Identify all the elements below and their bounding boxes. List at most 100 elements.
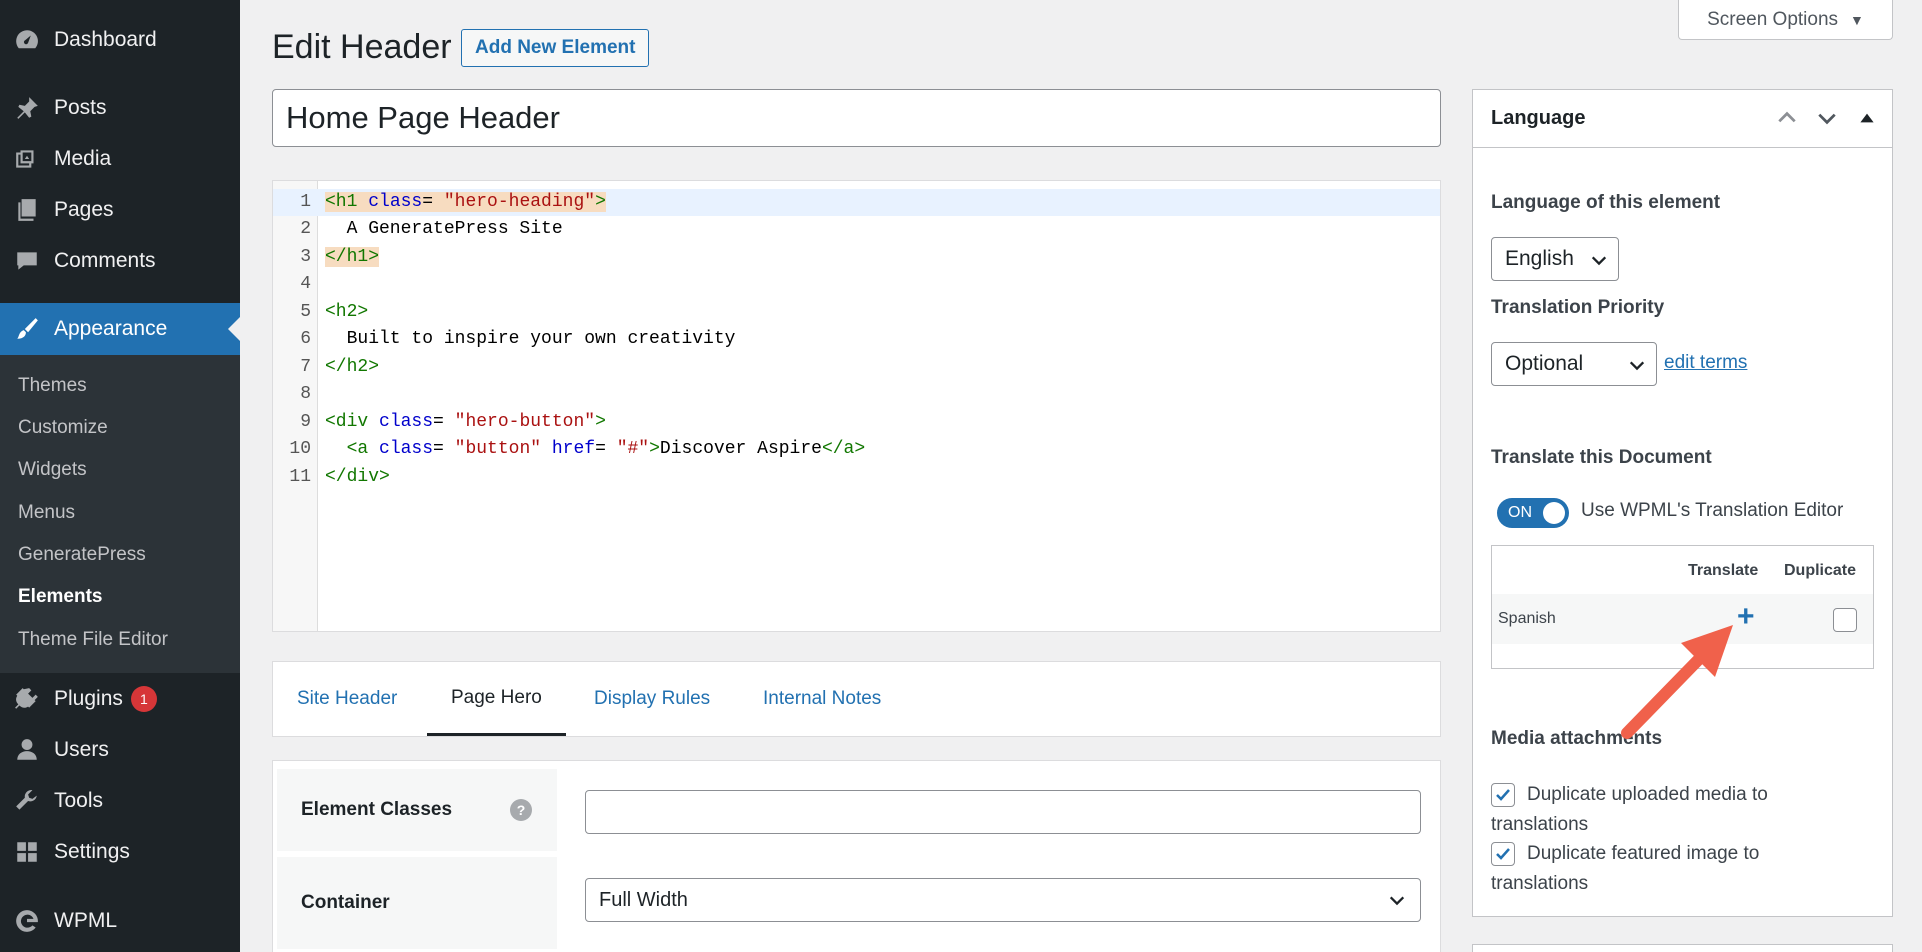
menu-tools[interactable]: Tools — [0, 775, 240, 827]
container-label: Container — [277, 857, 557, 949]
toggle-knob — [1543, 502, 1565, 524]
comment-icon — [0, 235, 54, 287]
settings-icon — [0, 826, 54, 878]
line-number: 7 — [300, 357, 311, 377]
submenu-widgets[interactable]: Widgets — [18, 459, 87, 481]
menu-label: Appearance — [54, 317, 168, 340]
code-text: </h2> — [325, 357, 380, 377]
col-translate: Translate — [1688, 562, 1759, 579]
menu-label: Pages — [54, 198, 114, 221]
menu-plugins[interactable]: Plugins 1 — [0, 673, 240, 725]
wpml-icon — [0, 895, 54, 947]
line-number: 3 — [300, 247, 311, 267]
label-text: Element Classes — [301, 799, 453, 820]
submenu-menus[interactable]: Menus — [18, 502, 75, 524]
admin-sidebar: Dashboard Posts Media Pages Comments App… — [0, 0, 240, 952]
menu-label: Users — [54, 738, 109, 761]
tab-display-rules[interactable]: Display Rules — [594, 662, 710, 736]
col-duplicate: Duplicate — [1784, 562, 1857, 579]
code-line: 10 <a class= "button" href= "#">Discover… — [273, 436, 1440, 463]
dashboard-icon — [0, 14, 54, 66]
menu-settings[interactable]: Settings — [0, 826, 240, 878]
code-text: </div> — [325, 467, 390, 487]
element-classes-input[interactable] — [585, 790, 1421, 834]
code-line: 1 <h1 class= "hero-heading"> — [273, 189, 1440, 216]
code-editor[interactable]: 1 <h1 class= "hero-heading"> 2 A Generat… — [272, 180, 1441, 632]
add-new-element-button[interactable]: Add New Element — [461, 29, 650, 67]
annotation-arrow-icon — [1621, 625, 1733, 739]
duplicate-checkbox[interactable] — [1833, 608, 1857, 632]
code-text: <h1 class= "hero-heading"> — [325, 192, 606, 212]
code-text: Built to inspire your own creativity — [325, 329, 736, 349]
screen-options-label: Screen Options — [1707, 8, 1839, 30]
menu-pages[interactable]: Pages — [0, 184, 240, 236]
menu-label: Settings — [54, 840, 130, 863]
chevron-up-icon[interactable] — [1776, 107, 1798, 129]
duplicate-featured-label: Duplicate featured image to translations — [1491, 843, 1760, 894]
next-metabox — [1472, 944, 1893, 952]
submenu-customize[interactable]: Customize — [18, 417, 108, 439]
edit-terms-link[interactable]: edit terms — [1664, 352, 1747, 374]
submenu-generatepress[interactable]: GeneratePress — [18, 544, 146, 566]
menu-appearance[interactable]: Appearance — [0, 303, 240, 355]
chevron-down-icon — [1629, 361, 1645, 371]
menu-wpml[interactable]: WPML — [0, 895, 240, 947]
submenu-themes[interactable]: Themes — [18, 375, 87, 397]
label-text: Container — [301, 892, 390, 913]
menu-label: Plugins — [54, 687, 123, 710]
tab-site-header[interactable]: Site Header — [297, 662, 397, 736]
page-hero-settings: Element Classes ? Container Full Width — [272, 760, 1441, 952]
line-number: 6 — [300, 329, 311, 349]
collapse-triangle-icon[interactable] — [1856, 107, 1878, 129]
translate-document-label: Translate this Document — [1491, 447, 1712, 468]
translation-editor-toggle[interactable]: ON — [1497, 498, 1569, 528]
line-number: 11 — [289, 467, 311, 487]
line-number: 2 — [300, 219, 311, 239]
menu-media[interactable]: Media — [0, 133, 240, 185]
tab-page-hero[interactable]: Page Hero — [427, 662, 566, 736]
chevron-down-icon — [1389, 896, 1405, 906]
line-number: 5 — [300, 302, 311, 322]
select-value: Optional — [1505, 352, 1584, 375]
code-line: 4 — [273, 271, 1440, 298]
box-title: Language — [1491, 107, 1586, 129]
menu-users[interactable]: Users — [0, 724, 240, 776]
language-of-element-label: Language of this element — [1491, 192, 1721, 213]
menu-label: Tools — [54, 789, 104, 812]
code-line: 3 </h1> — [273, 244, 1440, 271]
update-count-badge: 1 — [130, 686, 157, 712]
select-value: Full Width — [599, 888, 688, 911]
screen-options-button[interactable]: Screen Options ▼ — [1678, 0, 1893, 40]
menu-label: WPML — [54, 909, 117, 932]
page-title: Edit Header — [272, 28, 452, 66]
code-line: 6 Built to inspire your own creativity — [273, 326, 1440, 353]
code-text: </h1> — [325, 247, 380, 267]
menu-posts[interactable]: Posts — [0, 82, 240, 134]
menu-dashboard[interactable]: Dashboard — [0, 14, 240, 66]
menu-label: Posts — [54, 96, 107, 119]
toggle-state: ON — [1508, 504, 1532, 521]
appearance-submenu: Themes Customize Widgets Menus GenerateP… — [0, 355, 240, 673]
submenu-theme-file-editor[interactable]: Theme File Editor — [18, 629, 168, 651]
container-select[interactable]: Full Width — [585, 878, 1421, 922]
help-icon[interactable]: ? — [510, 799, 532, 821]
language-name: Spanish — [1498, 610, 1556, 627]
chevron-down-icon[interactable] — [1816, 107, 1838, 129]
triangle-down-icon: ▼ — [1850, 11, 1864, 28]
plugin-icon — [0, 673, 54, 725]
menu-comments[interactable]: Comments — [0, 235, 240, 287]
code-line: 7 </h2> — [273, 354, 1440, 381]
pin-icon — [0, 82, 54, 134]
element-tabs: Site Header Page Hero Display Rules Inte… — [272, 661, 1441, 737]
code-text: A GeneratePress Site — [325, 219, 563, 239]
language-metabox: Language Language of this element Englis… — [1472, 89, 1893, 917]
translation-priority-label: Translation Priority — [1491, 297, 1665, 318]
tab-internal-notes[interactable]: Internal Notes — [763, 662, 881, 736]
select-value: English — [1505, 247, 1574, 270]
post-title-input[interactable]: Home Page Header — [272, 89, 1441, 147]
submenu-elements[interactable]: Elements — [18, 586, 102, 608]
wrench-icon — [0, 775, 54, 827]
priority-select[interactable]: Optional — [1491, 342, 1657, 386]
line-number: 4 — [300, 274, 311, 294]
language-select[interactable]: English — [1491, 237, 1619, 281]
